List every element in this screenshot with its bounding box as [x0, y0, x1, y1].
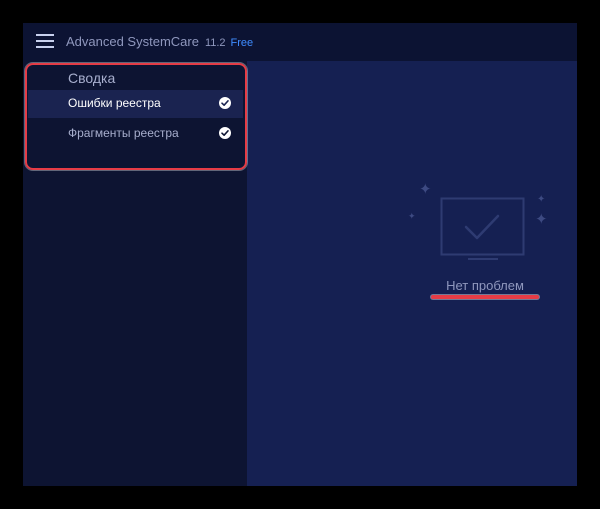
sidebar-item-label: Ошибки реестра [68, 96, 161, 110]
sidebar-item-registry-fragments[interactable]: Фрагменты реестра [28, 120, 243, 148]
sidebar-item-registry-errors[interactable]: Ошибки реестра [28, 90, 243, 118]
app-window: Advanced SystemCare 11.2 Free Сводка Ошибк… [23, 23, 577, 486]
check-circle-icon [219, 127, 231, 139]
hamburger-menu-icon[interactable] [36, 34, 54, 48]
summary-panel: Сводка Ошибки реестра Фрагменты реестра [23, 61, 247, 168]
app-name: Advanced SystemCare [66, 34, 199, 49]
app-edition: Free [230, 37, 254, 49]
check-circle-icon [219, 97, 231, 109]
app-title: Advanced SystemCare 11.2 Free [66, 34, 253, 49]
summary-title: Сводка [68, 70, 116, 86]
sidebar-item-label: Фрагменты реестра [68, 126, 179, 140]
title-bar: Advanced SystemCare 11.2 Free [23, 23, 577, 61]
app-version: 11.2 [204, 37, 226, 49]
main-panel [247, 61, 577, 486]
